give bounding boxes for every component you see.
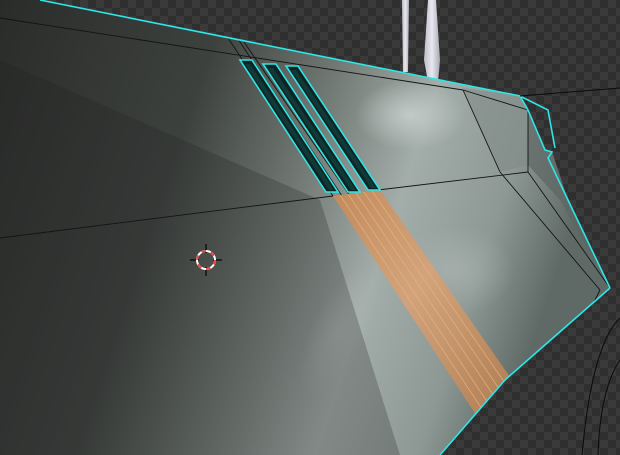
highlight-top (355, 80, 465, 150)
3d-viewport[interactable] (0, 0, 620, 455)
antenna-left[interactable] (402, 0, 409, 72)
viewport-canvas[interactable] (0, 0, 620, 455)
